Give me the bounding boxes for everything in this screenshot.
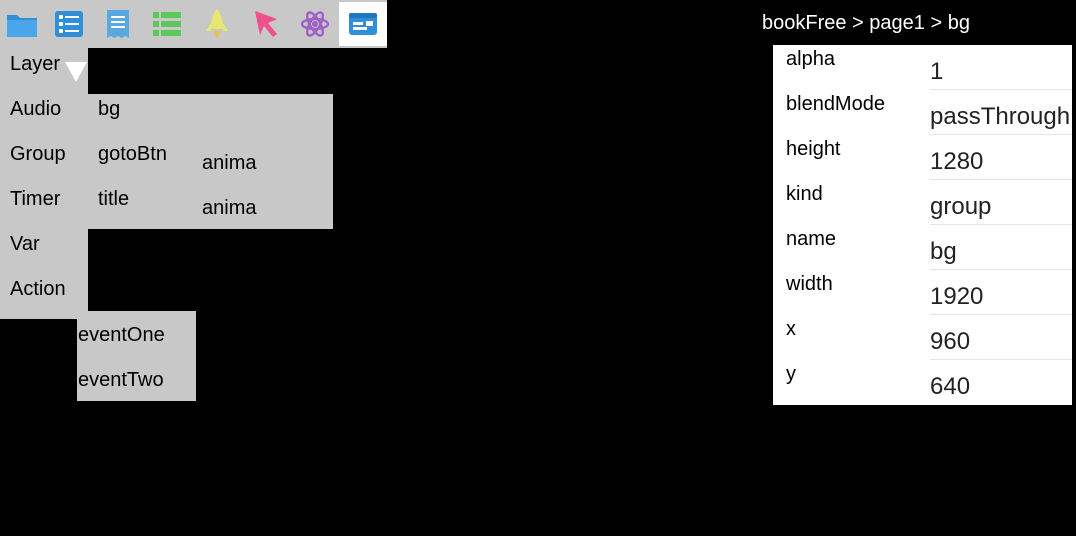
menu-item-layer[interactable]: Layer (10, 53, 60, 76)
event-item-one[interactable]: eventOne (78, 324, 165, 347)
property-key: y (786, 363, 796, 385)
property-row: y 640 (773, 360, 1072, 405)
property-value-field[interactable]: group (930, 193, 1072, 221)
property-value-field[interactable]: 960 (930, 328, 1072, 356)
toolbar (0, 0, 387, 48)
property-key: name (786, 228, 837, 250)
green-list-icon[interactable] (145, 2, 189, 46)
layer-item-bg[interactable]: bg (98, 98, 120, 121)
breadcrumb: bookFree > page1 > bg (762, 12, 970, 34)
property-row: name bg (773, 225, 1072, 270)
menu-item-group[interactable]: Group (10, 143, 66, 166)
menu-item-action[interactable]: Action (10, 278, 66, 301)
folder-icon[interactable] (0, 2, 44, 46)
property-row: width 1920 (773, 270, 1072, 315)
property-key: width (786, 273, 833, 295)
property-value-field[interactable]: 640 (930, 373, 1072, 401)
layer-item-anima-1[interactable]: anima (202, 152, 256, 175)
cursor-arrow-icon[interactable] (244, 2, 288, 46)
editor-screen: Layer Audio Group Timer Var Action bg go… (0, 0, 1076, 536)
property-value-field[interactable]: 1280 (930, 148, 1072, 176)
property-row: x 960 (773, 315, 1072, 360)
property-row: height 1280 (773, 135, 1072, 180)
layer-item-anima-2[interactable]: anima (202, 197, 256, 220)
list-icon[interactable] (47, 2, 91, 46)
atom-icon[interactable] (293, 2, 337, 46)
property-row: blendMode passThrough (773, 90, 1072, 135)
layer-item-title[interactable]: title (98, 188, 129, 211)
menu-item-var[interactable]: Var (10, 233, 40, 256)
properties-panel: alpha 1 blendMode passThrough height 128… (773, 45, 1072, 405)
property-key: alpha (786, 48, 835, 70)
property-key: blendMode (786, 93, 885, 115)
property-key: height (786, 138, 841, 160)
event-item-two[interactable]: eventTwo (78, 369, 164, 392)
property-key: x (786, 318, 796, 340)
property-key: kind (786, 183, 823, 205)
property-value-field[interactable]: bg (930, 238, 1072, 266)
dropdown-arrow-icon[interactable] (65, 62, 87, 82)
rocket-icon[interactable] (195, 2, 239, 46)
property-row: alpha 1 (773, 45, 1072, 90)
property-row: kind group (773, 180, 1072, 225)
menu-item-timer[interactable]: Timer (10, 188, 60, 211)
property-value-field[interactable]: passThrough (930, 103, 1072, 131)
layer-item-gotobtn[interactable]: gotoBtn (98, 143, 167, 166)
window-panel-icon[interactable] (339, 2, 387, 46)
receipt-icon[interactable] (96, 2, 140, 46)
property-value-field[interactable]: 1 (930, 58, 1072, 86)
property-value-field[interactable]: 1920 (930, 283, 1072, 311)
menu-item-audio[interactable]: Audio (10, 98, 61, 121)
